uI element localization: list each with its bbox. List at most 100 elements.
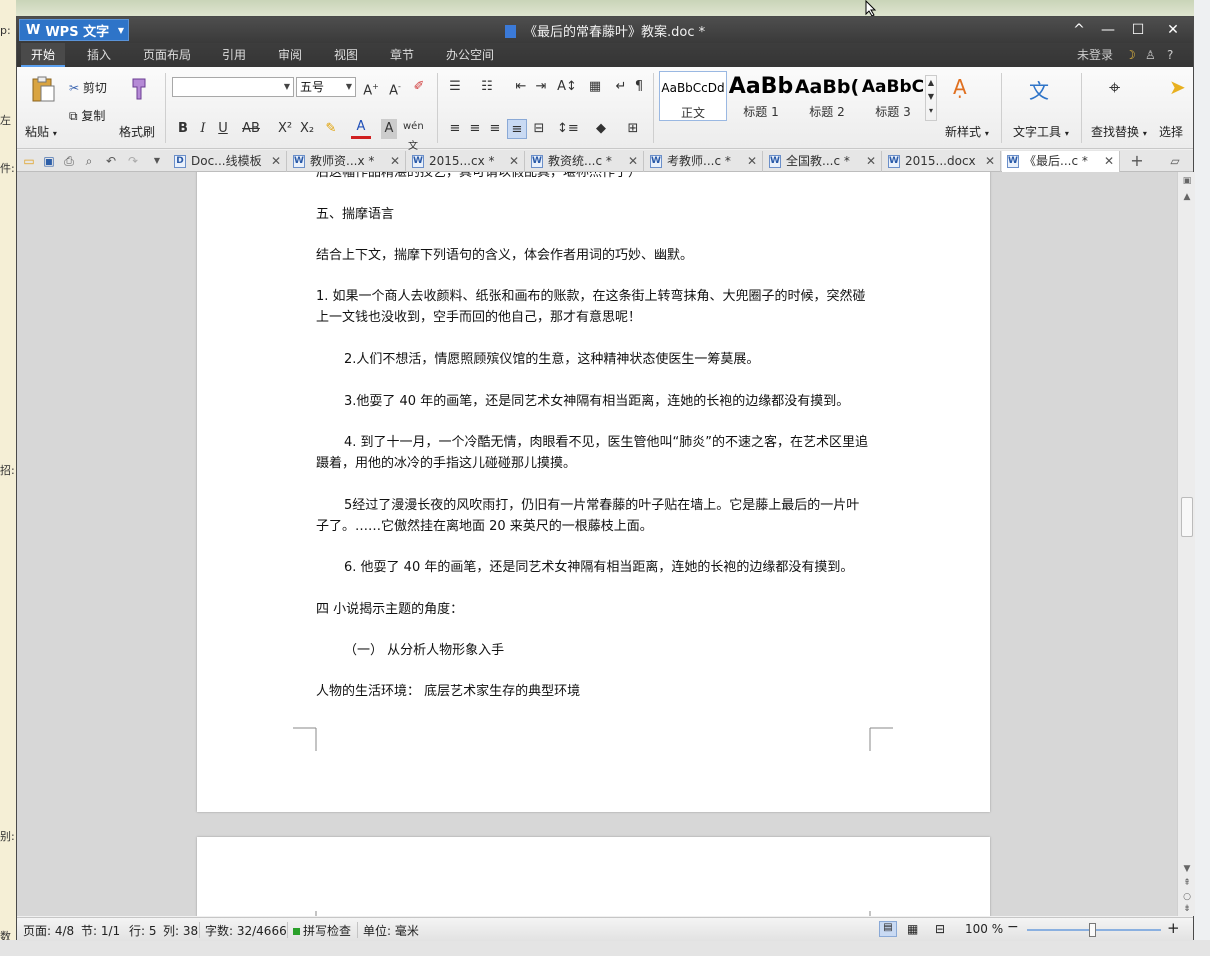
show-marks-icon[interactable]: ¶ — [629, 77, 649, 97]
table-icon[interactable]: ▦ — [585, 77, 605, 97]
distribute-icon[interactable]: ⊟ — [529, 119, 549, 139]
zoom-out-icon[interactable]: − — [1007, 919, 1019, 935]
scrollbar-thumb[interactable] — [1181, 497, 1193, 537]
text-tools-icon[interactable]: 文 — [1029, 75, 1049, 104]
line-break-icon[interactable]: ↵ — [611, 77, 631, 97]
doc-tab[interactable]: W 2015...docx ✕ — [883, 151, 1001, 172]
word-count[interactable]: 字数: 32/4666 — [205, 922, 287, 939]
doc-tab[interactable]: W 考教师...c * ✕ — [645, 151, 763, 172]
redo-icon[interactable]: ↷ — [125, 153, 141, 169]
document-page[interactable]: 后这幅作品精湛的技艺，真可谓以假乱真，堪称杰作了） 五、揣摩语言 结合上下文，揣… — [197, 172, 990, 812]
close-icon[interactable]: ✕ — [509, 151, 519, 171]
doc-tab[interactable]: W 教师资...x * ✕ — [288, 151, 406, 172]
outline-view-icon[interactable]: ▦ — [907, 922, 918, 936]
tab-page-layout[interactable]: 页面布局 — [133, 43, 201, 67]
subscript-icon[interactable]: X₂ — [297, 119, 317, 139]
doc-tab-active[interactable]: W 《最后...c * ✕ — [1002, 151, 1120, 172]
align-center-icon[interactable]: ≡ — [465, 119, 485, 139]
new-tab-icon[interactable]: + — [1129, 153, 1145, 169]
cut-button[interactable]: ✂ 剪切 — [69, 79, 107, 96]
close-icon[interactable]: ✕ — [271, 151, 281, 171]
styles-scroll-icon[interactable]: ▲ ▼ ▾ — [925, 75, 937, 121]
style-heading-3[interactable]: AaBbC 标题 3 — [859, 71, 927, 121]
italic-icon[interactable]: I — [193, 119, 213, 139]
close-icon[interactable]: ✕ — [866, 151, 876, 171]
tab-view[interactable]: 视图 — [324, 43, 368, 67]
scroll-down-icon[interactable]: ▼ — [1180, 862, 1194, 876]
select-button[interactable]: 选择 — [1159, 123, 1183, 140]
close-icon[interactable]: ✕ — [1104, 151, 1114, 171]
style-normal[interactable]: AaBbCcDd 正文 — [659, 71, 727, 121]
tab-references[interactable]: 引用 — [212, 43, 256, 67]
vertical-scrollbar[interactable]: ▣ ▲ ▼ ⇞ ○ ⇟ — [1177, 172, 1195, 916]
tab-office-space[interactable]: 办公空间 — [436, 43, 504, 67]
style-heading-2[interactable]: AaBb( 标题 2 — [793, 71, 861, 121]
new-style-icon[interactable]: Ạ — [953, 75, 967, 99]
close-icon[interactable]: ✕ — [390, 151, 400, 171]
align-left-icon[interactable]: ≡ — [445, 119, 465, 139]
scroll-nav-icon[interactable]: ▣ — [1180, 174, 1194, 188]
previous-page-icon[interactable]: ⇞ — [1180, 876, 1194, 890]
tab-review[interactable]: 审阅 — [268, 43, 312, 67]
maximize-button[interactable]: ☐ — [1124, 19, 1152, 41]
next-page-icon[interactable]: ⇟ — [1180, 902, 1194, 916]
borders-icon[interactable]: ⊞ — [623, 119, 643, 139]
document-page-next[interactable] — [197, 837, 990, 916]
binoculars-icon[interactable]: ⌖ — [1109, 75, 1120, 99]
shading-icon[interactable]: ◆ — [591, 119, 611, 139]
help-button[interactable]: ? — [1167, 43, 1173, 67]
close-icon[interactable]: ✕ — [628, 151, 638, 171]
format-painter-icon[interactable] — [125, 75, 153, 103]
select-pointer-icon[interactable]: ➤ — [1169, 75, 1186, 99]
spell-check-toggle[interactable]: 拼写检查 — [293, 922, 351, 939]
bold-icon[interactable]: B — [173, 119, 193, 139]
strikethrough-icon[interactable]: AB — [239, 119, 263, 139]
decrease-indent-icon[interactable]: ⇤ — [511, 77, 531, 97]
grow-font-icon[interactable]: A+ — [361, 77, 381, 98]
increase-indent-icon[interactable]: ⇥ — [531, 77, 551, 97]
char-shading-icon[interactable]: A — [381, 119, 397, 139]
paste-icon[interactable] — [29, 75, 57, 103]
highlight-icon[interactable]: ✎ — [321, 119, 341, 139]
font-color-icon[interactable]: A — [351, 119, 371, 139]
clear-format-icon[interactable]: ✐ — [409, 77, 429, 97]
print-icon[interactable]: ⎙ — [61, 153, 77, 169]
tab-insert[interactable]: 插入 — [77, 43, 121, 67]
bullet-list-icon[interactable]: ☰ — [445, 77, 465, 97]
shrink-font-icon[interactable]: A- — [385, 77, 405, 98]
style-heading-1[interactable]: AaBb 标题 1 — [727, 71, 795, 121]
login-status[interactable]: 未登录 — [1077, 43, 1113, 67]
phonetic-guide-icon[interactable]: wén文 — [403, 117, 424, 152]
zoom-in-icon[interactable]: + — [1167, 919, 1180, 937]
collapse-ribbon-button[interactable]: ^ — [1065, 19, 1093, 41]
close-icon[interactable]: ✕ — [985, 151, 995, 171]
font-name-field[interactable]: ▼ — [172, 77, 294, 97]
find-replace-button[interactable]: 查找替换 ▾ — [1091, 123, 1147, 140]
page-view-icon[interactable]: ▤ — [879, 921, 897, 937]
zoom-level[interactable]: 100 % — [965, 922, 1003, 936]
numbered-list-icon[interactable]: ☷ — [477, 77, 497, 97]
undo-icon[interactable]: ↶ — [103, 153, 119, 169]
web-view-icon[interactable]: ⊟ — [935, 922, 945, 936]
print-preview-icon[interactable]: ⌕ — [81, 153, 97, 169]
align-right-icon[interactable]: ≡ — [485, 119, 505, 139]
close-button[interactable]: ✕ — [1159, 19, 1187, 41]
line-spacing-icon[interactable]: ↕≡ — [557, 119, 579, 139]
zoom-slider-thumb[interactable] — [1089, 923, 1096, 937]
customize-toolbar-icon[interactable]: ▼ — [149, 153, 165, 169]
tab-chapter[interactable]: 章节 — [380, 43, 424, 67]
save-icon[interactable]: ▣ — [41, 153, 57, 169]
doc-tab[interactable]: W 全国教...c * ✕ — [764, 151, 882, 172]
underline-icon[interactable]: U — [213, 119, 233, 139]
skin-icon[interactable]: ♙ — [1145, 43, 1156, 67]
moon-icon[interactable]: ☽ — [1125, 43, 1136, 67]
close-icon[interactable]: ✕ — [747, 151, 757, 171]
new-style-button[interactable]: 新样式 ▾ — [945, 123, 989, 140]
font-size-field[interactable]: 五号 ▼ — [296, 77, 356, 97]
doc-tab[interactable]: W 教资统...c * ✕ — [526, 151, 644, 172]
page-indicator[interactable]: 页面: 4/8 — [23, 922, 74, 939]
minimize-button[interactable]: — — [1094, 19, 1122, 41]
doc-tab[interactable]: D Doc...线模板 ✕ — [169, 151, 287, 172]
tab-home[interactable]: 开始 — [21, 43, 66, 67]
scroll-up-icon[interactable]: ▲ — [1180, 190, 1194, 204]
